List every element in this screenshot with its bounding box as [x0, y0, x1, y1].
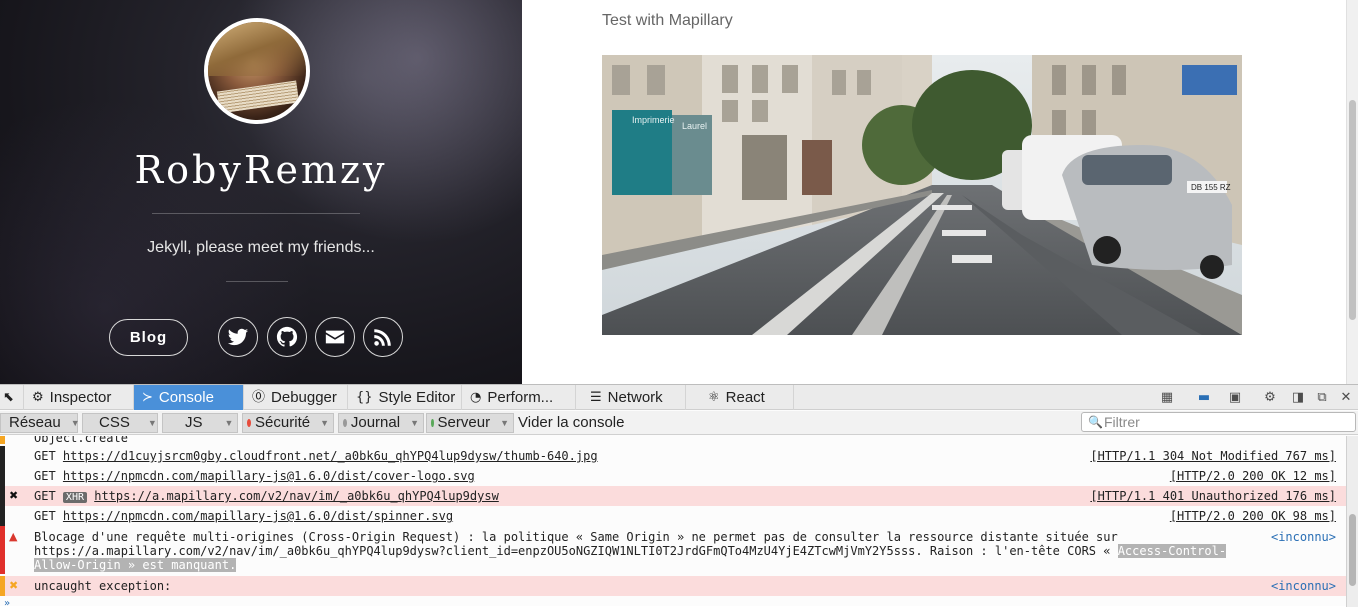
filter-js[interactable]: JS ▼ — [162, 413, 238, 433]
request-url[interactable]: https://d1cuyjsrcm0gby.cloudfront.net/_a… — [63, 449, 598, 463]
console-icon: ≻ — [142, 390, 153, 405]
network-icon: ☰ — [590, 390, 602, 405]
tab-style-editor[interactable]: {} Style Editor — [348, 385, 462, 410]
filter-reseau[interactable]: Réseau ▼ — [0, 413, 80, 433]
dock-icon: ◨ — [1291, 390, 1305, 405]
blog-button[interactable]: Blog — [109, 319, 188, 356]
serveur-dot-icon — [431, 419, 434, 427]
braces-icon: {} — [356, 390, 373, 405]
console-row: Object.create — [0, 436, 1346, 444]
network-row[interactable]: GET https://npmcdn.com/mapillary-js@1.6.… — [0, 506, 1346, 526]
site-title[interactable]: RobyRemzy — [0, 148, 522, 192]
filter-css[interactable]: CSS ▼ — [82, 413, 158, 433]
avatar — [204, 18, 310, 124]
chevron-down-icon: ▼ — [320, 418, 329, 428]
profile-sidebar: RobyRemzy Jekyll, please meet my friends… — [0, 0, 522, 384]
street-view-image: Imprimerie Laurel DB 155 RZ — [602, 55, 1242, 335]
network-row[interactable]: GET https://d1cuyjsrcm0gby.cloudfront.ne… — [0, 446, 1346, 466]
chevron-down-icon: ▼ — [410, 418, 419, 428]
clear-console-button[interactable]: Vider la console — [514, 413, 628, 433]
responsive-icon: ▣ — [1228, 390, 1242, 405]
tab-performance[interactable]: ◔ Perform... — [462, 385, 576, 410]
inspector-icon: ⚙ — [32, 390, 44, 405]
element-picker-button[interactable]: ⬉ — [0, 385, 24, 410]
request-url[interactable]: https://a.mapillary.com/v2/nav/im/_a0bk6… — [94, 489, 499, 503]
request-url[interactable]: https://npmcdn.com/mapillary-js@1.6.0/di… — [63, 469, 475, 483]
journal-dot-icon — [343, 419, 347, 427]
envelope-icon — [325, 330, 345, 344]
split-console-icon: ▬ — [1197, 390, 1211, 405]
close-icon: ✕ — [1340, 390, 1352, 405]
security-warning-row: ▲ Blocage d'une requête multi-origines (… — [0, 526, 1346, 574]
twitter-link[interactable] — [218, 317, 258, 357]
tab-inspector[interactable]: ⚙ Inspector — [24, 385, 134, 410]
xhr-badge: XHR — [62, 492, 87, 503]
mapillary-viewer[interactable]: Imprimerie Laurel DB 155 RZ — [602, 55, 1242, 335]
dock-side-button[interactable]: ◨ — [1289, 389, 1307, 406]
site-tagline: Jekyll, please meet my friends... — [147, 239, 375, 256]
console-scrollbar[interactable] — [1346, 436, 1358, 607]
gauge-icon: ◔ — [470, 390, 482, 405]
chevron-down-icon: ▼ — [70, 418, 80, 428]
request-status[interactable]: [HTTP/2.0 200 OK 98 ms] — [1170, 509, 1336, 523]
tab-console[interactable]: ≻ Console — [134, 385, 244, 410]
shop-sign: Laurel — [682, 121, 707, 131]
responsive-mode-button[interactable]: ▣ — [1226, 389, 1244, 406]
window-icon: ⧉ — [1317, 390, 1327, 405]
twitter-icon — [227, 328, 249, 346]
request-status[interactable]: [HTTP/1.1 304 Not Modified 767 ms] — [1090, 449, 1336, 463]
network-row-error[interactable]: ✖ GET XHR https://a.mapillary.com/v2/nav… — [0, 486, 1346, 506]
securite-dot-icon — [247, 419, 252, 427]
request-status[interactable]: [HTTP/2.0 200 OK 12 ms] — [1170, 469, 1336, 483]
github-icon — [276, 326, 298, 347]
license-plate: DB 155 RZ — [1191, 183, 1231, 192]
request-url[interactable]: https://npmcdn.com/mapillary-js@1.6.0/di… — [63, 509, 453, 523]
web-page: RobyRemzy Jekyll, please meet my friends… — [0, 0, 1358, 384]
console-input-row[interactable]: » — [0, 596, 1346, 607]
divider — [226, 281, 288, 282]
gear-icon: ⚙ — [1264, 390, 1276, 405]
console-output: Object.create GET https://d1cuyjsrcm0gby… — [0, 436, 1346, 607]
source-link[interactable]: <inconnu> — [1271, 530, 1336, 544]
layout-icon: ▦ — [1160, 390, 1174, 405]
devtools-toolbar: ⬉ ⚙ Inspector ≻ Console ⓪ Debugger {} Style … — [0, 385, 1358, 410]
split-view-button[interactable]: ▦ — [1158, 389, 1176, 406]
chevron-down-icon: ▼ — [500, 418, 509, 428]
post-content: Test with Mapillary Imprimerie Laurel DB… — [522, 0, 1358, 384]
undock-button[interactable]: ⧉ — [1313, 389, 1331, 406]
close-devtools-button[interactable]: ✕ — [1337, 389, 1355, 406]
settings-button[interactable]: ⚙ — [1261, 389, 1279, 406]
search-icon: 🔍 — [1088, 415, 1103, 429]
post-title: Test with Mapillary — [602, 12, 733, 29]
split-console-button[interactable]: ▬ — [1195, 389, 1213, 406]
email-link[interactable] — [315, 317, 355, 357]
request-status[interactable]: [HTTP/1.1 401 Unauthorized 176 ms] — [1090, 489, 1336, 503]
source-link[interactable]: <inconnu> — [1271, 579, 1336, 593]
network-row[interactable]: GET https://npmcdn.com/mapillary-js@1.6.… — [0, 466, 1346, 486]
shop-sign: Imprimerie — [632, 115, 675, 125]
tab-react[interactable]: ⚛ React — [686, 385, 794, 410]
pick-element-icon: ⬉ — [3, 390, 14, 405]
console-filter-input[interactable]: 🔍 Filtrer — [1081, 412, 1356, 432]
filter-securite[interactable]: Sécurité ▼ — [242, 413, 334, 433]
tab-network[interactable]: ☰ Network — [576, 385, 686, 410]
warning-icon: ▲ — [9, 530, 18, 543]
chevron-down-icon: ▼ — [147, 418, 157, 428]
divider — [152, 213, 360, 214]
filter-journal[interactable]: Journal ▼ — [338, 413, 424, 433]
github-link[interactable] — [267, 317, 307, 357]
rss-link[interactable] — [363, 317, 403, 357]
page-scrollbar[interactable] — [1346, 0, 1358, 384]
error-x-icon: ✖ — [9, 489, 19, 502]
debugger-icon: ⓪ — [252, 390, 266, 405]
tab-debugger[interactable]: ⓪ Debugger — [244, 385, 348, 410]
filter-serveur[interactable]: Serveur ▼ — [426, 413, 514, 433]
error-row: ✖ uncaught exception: <inconnu> — [0, 576, 1346, 596]
error-icon: ✖ — [9, 579, 19, 592]
rss-icon — [374, 329, 391, 346]
chevron-down-icon: ▼ — [224, 418, 234, 428]
devtools-panel: ⬉ ⚙ Inspector ≻ Console ⓪ Debugger {} Style … — [0, 384, 1358, 607]
react-icon: ⚛ — [708, 390, 720, 405]
